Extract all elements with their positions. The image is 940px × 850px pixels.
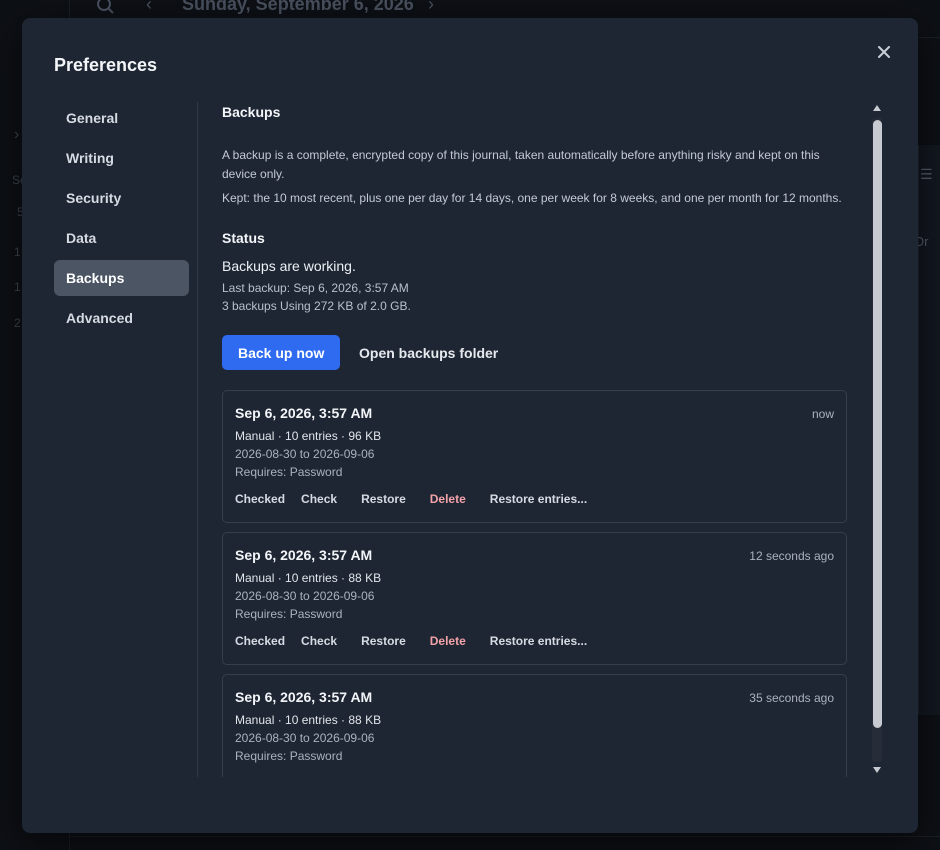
backup-date: Sep 6, 2026, 3:57 AM <box>235 689 373 705</box>
chevron-left-icon: ‹ <box>146 0 152 14</box>
content-scrollbar[interactable] <box>870 104 884 776</box>
backup-actions: Checked Check Restore Delete Restore ent… <box>235 492 603 506</box>
backup-requirement: Requires: Password <box>235 607 343 621</box>
backup-requirement: Requires: Password <box>235 465 343 479</box>
backup-card: Sep 6, 2026, 3:57 AM 35 seconds ago Manu… <box>222 674 847 777</box>
open-backups-folder-button[interactable]: Open backups folder <box>359 335 498 370</box>
backup-summary: Manual · 10 entries · 96 KB <box>235 429 382 443</box>
nav-item-writing[interactable]: Writing <box>54 140 189 176</box>
restore-button[interactable]: Restore <box>361 492 406 506</box>
nav-item-advanced[interactable]: Advanced <box>54 300 189 336</box>
backups-panel: Backups A backup is a complete, encrypte… <box>222 102 847 777</box>
delete-button[interactable]: Delete <box>430 492 466 506</box>
delete-button[interactable]: Delete <box>430 634 466 648</box>
backup-summary: Manual · 10 entries · 88 KB <box>235 713 382 727</box>
restore-entries-button[interactable]: Restore entries... <box>490 634 587 648</box>
backup-date: Sep 6, 2026, 3:57 AM <box>235 547 373 563</box>
checked-status: Checked <box>235 634 286 648</box>
backup-date-range: 2026-08-30 to 2026-09-06 <box>235 589 375 603</box>
back-up-now-button[interactable]: Back up now <box>222 335 341 370</box>
status-text: Backups are working. <box>222 258 356 274</box>
preferences-nav: General Writing Security Data Backups Ad… <box>54 100 189 340</box>
backup-date-range: 2026-08-30 to 2026-09-06 <box>235 731 375 745</box>
background-date-title: Sunday, September 6, 2026 <box>182 0 414 14</box>
menu-icon: ☰ <box>920 166 933 182</box>
scrollbar-thumb[interactable] <box>873 120 882 728</box>
last-backup-time: Last backup: Sep 6, 2026, 3:57 AM <box>222 281 409 295</box>
backup-age: now <box>811 407 834 421</box>
search-icon <box>96 0 114 14</box>
backup-date-range: 2026-08-30 to 2026-09-06 <box>235 447 375 461</box>
preferences-dialog: Preferences General Writing Security Dat… <box>22 18 918 833</box>
scroll-up-icon[interactable] <box>873 104 881 112</box>
nav-item-security[interactable]: Security <box>54 180 189 216</box>
background-right-panel <box>918 145 940 715</box>
backup-card: Sep 6, 2026, 3:57 AM now Manual · 10 ent… <box>222 390 847 523</box>
backup-age: 12 seconds ago <box>749 549 834 563</box>
check-button[interactable]: Check <box>301 492 337 506</box>
backup-card: Sep 6, 2026, 3:57 AM 12 seconds ago Manu… <box>222 532 847 665</box>
storage-usage: 3 backups Using 272 KB of 2.0 GB. <box>222 299 411 313</box>
nav-item-general[interactable]: General <box>54 100 189 136</box>
nav-divider <box>197 102 198 777</box>
dialog-title: Preferences <box>54 55 158 75</box>
backup-requirement: Requires: Password <box>235 749 343 763</box>
restore-entries-button[interactable]: Restore entries... <box>490 492 587 506</box>
background-fragment: 2 <box>14 316 21 330</box>
backup-actions: Checked Check Restore Delete Restore ent… <box>235 634 603 648</box>
restore-button[interactable]: Restore <box>361 634 406 648</box>
close-icon <box>878 46 890 58</box>
background-fragment: 1 <box>14 280 21 294</box>
background-fragment: 1 <box>14 245 21 259</box>
backup-date: Sep 6, 2026, 3:57 AM <box>235 405 373 421</box>
scroll-down-icon[interactable] <box>873 766 881 774</box>
retention-policy: Kept: the 10 most recent, plus one per d… <box>222 191 842 205</box>
backup-summary: Manual · 10 entries · 88 KB <box>235 571 382 585</box>
background-divider <box>70 836 940 837</box>
chevron-right-icon: › <box>14 126 20 143</box>
backup-age: 35 seconds ago <box>749 691 834 705</box>
checked-status: Checked <box>235 492 286 506</box>
close-button[interactable] <box>874 42 894 62</box>
section-title-status: Status <box>222 230 265 246</box>
section-title-backups: Backups <box>222 104 281 120</box>
chevron-right-icon: › <box>428 0 434 14</box>
nav-item-data[interactable]: Data <box>54 220 189 256</box>
check-button[interactable]: Check <box>301 634 337 648</box>
nav-item-backups[interactable]: Backups <box>54 260 189 296</box>
backups-description: A backup is a complete, encrypted copy o… <box>222 148 820 181</box>
